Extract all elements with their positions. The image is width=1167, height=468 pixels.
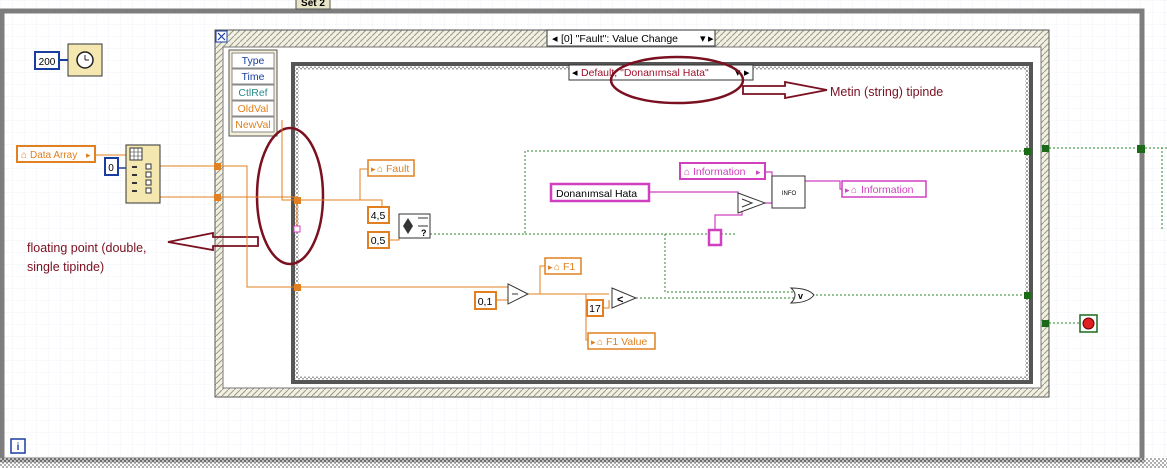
svg-text:▸: ▸ [845,185,850,195]
svg-text:▸: ▸ [371,164,376,174]
svg-text:◂: ◂ [572,67,578,79]
upper-limit-constant[interactable]: 4,5 [367,206,390,224]
message-string-constant[interactable]: Donanımsal Hata [549,182,651,203]
event-structure-tunnel-icon[interactable] [215,30,228,43]
lower-limit-value: 0,5 [371,235,386,247]
information-out-local-variable[interactable]: ▸ ⌂ Information [841,180,927,198]
wait-constant-value: 200 [39,57,56,68]
information-in-label: Information [693,166,746,178]
index-constant-value: 0 [108,163,114,174]
inner-case-label: Default, "Donanımsal Hata" [581,67,709,79]
svg-text:v: v [798,291,803,301]
left-arrow-icon: ◂ [552,33,558,45]
f1-value-label: F1 Value [606,336,647,348]
event-data-field-oldval[interactable]: OldVal [238,103,269,115]
svg-text:⌂: ⌂ [851,185,857,196]
svg-text:<: < [617,294,623,306]
lower-limit-constant[interactable]: 0,5 [367,231,390,249]
outer-case-selector[interactable]: ◂ [0] "Fault": Value Change ▾ ▸ [546,29,716,47]
info-button[interactable]: i [10,438,26,454]
info-node-icon[interactable]: INFO [771,175,806,209]
wait-constant[interactable]: 200 [34,51,60,70]
float-type-note-line1: floating point (double, [27,241,147,255]
information-out-label: Information [861,184,914,196]
dropdown-icon: ▾ [700,33,706,45]
info-button-label: i [17,442,20,453]
svg-text:⌂: ⌂ [597,337,603,348]
offset-constant[interactable]: 0,1 [474,291,497,310]
f1-local-variable[interactable]: ▸ ⌂ F1 [544,257,582,275]
svg-text:▸: ▸ [756,167,761,177]
event-data-field-newval[interactable]: NewVal [235,119,270,131]
threshold-value: 17 [589,303,601,315]
information-local-variable[interactable]: ⌂ Information ▸ [679,162,766,180]
svg-text:▸: ▸ [86,150,91,160]
fault-label: Fault [386,163,409,175]
info-node-label: INFO [782,191,797,197]
upper-limit-value: 4,5 [371,210,386,222]
float-type-note-line2: single tipinde) [27,260,104,274]
string-type-note: Metin (string) tipinde [830,85,943,99]
data-array-control[interactable]: ⌂ Data Array ▸ [16,145,96,163]
tunnel [294,197,301,204]
inner-case-selector[interactable]: ◂ Default, "Donanımsal Hata" ▾ ▸ [568,64,754,81]
tunnel [293,225,301,233]
tunnel [1024,148,1031,155]
f1-value-local-variable[interactable]: ▸ ⌂ F1 Value [587,332,656,350]
svg-text:⌂: ⌂ [684,167,690,178]
event-data-node[interactable]: Type Time CtlRef OldVal NewVal [228,49,278,137]
tunnel [1137,145,1145,153]
stop-icon[interactable] [1079,314,1098,333]
data-array-label: Data Array [30,150,77,161]
offset-value: 0,1 [478,296,493,308]
tunnel [214,163,221,170]
svg-text:?: ? [421,228,427,238]
svg-text:⌂: ⌂ [377,164,383,175]
svg-text:▸: ▸ [591,337,596,347]
wait-function-icon[interactable] [67,43,103,77]
event-data-field-type[interactable]: Type [242,55,265,67]
right-arrow-icon: ▸ [708,33,714,45]
tunnel [1042,320,1049,327]
empty-string-constant[interactable] [707,228,723,247]
outer-case-label: [0] "Fault": Value Change [561,33,678,45]
svg-text:▸: ▸ [744,67,750,79]
threshold-constant[interactable]: 17 [586,299,604,317]
fault-local-variable[interactable]: ▸ ⌂ Fault [367,159,415,177]
tunnel [1042,145,1049,152]
index-constant[interactable]: 0 [104,157,119,176]
tunnel [1024,292,1031,299]
tunnel [214,194,221,201]
title-tab[interactable]: Set 2 [295,0,331,10]
tunnel [294,284,301,291]
in-range-coerce-icon[interactable]: ? [398,213,431,239]
f1-label: F1 [563,261,575,273]
message-string-value: Donanımsal Hata [556,188,637,200]
index-array-icon[interactable] [125,144,161,204]
svg-text:⌂: ⌂ [554,262,560,273]
event-data-field-time[interactable]: Time [242,71,265,83]
event-data-field-ctlref[interactable]: CtlRef [238,87,267,99]
svg-text:▸: ▸ [548,262,553,272]
local-variable-icon: ⌂ [21,150,27,161]
title-tab-label: Set 2 [301,0,325,9]
